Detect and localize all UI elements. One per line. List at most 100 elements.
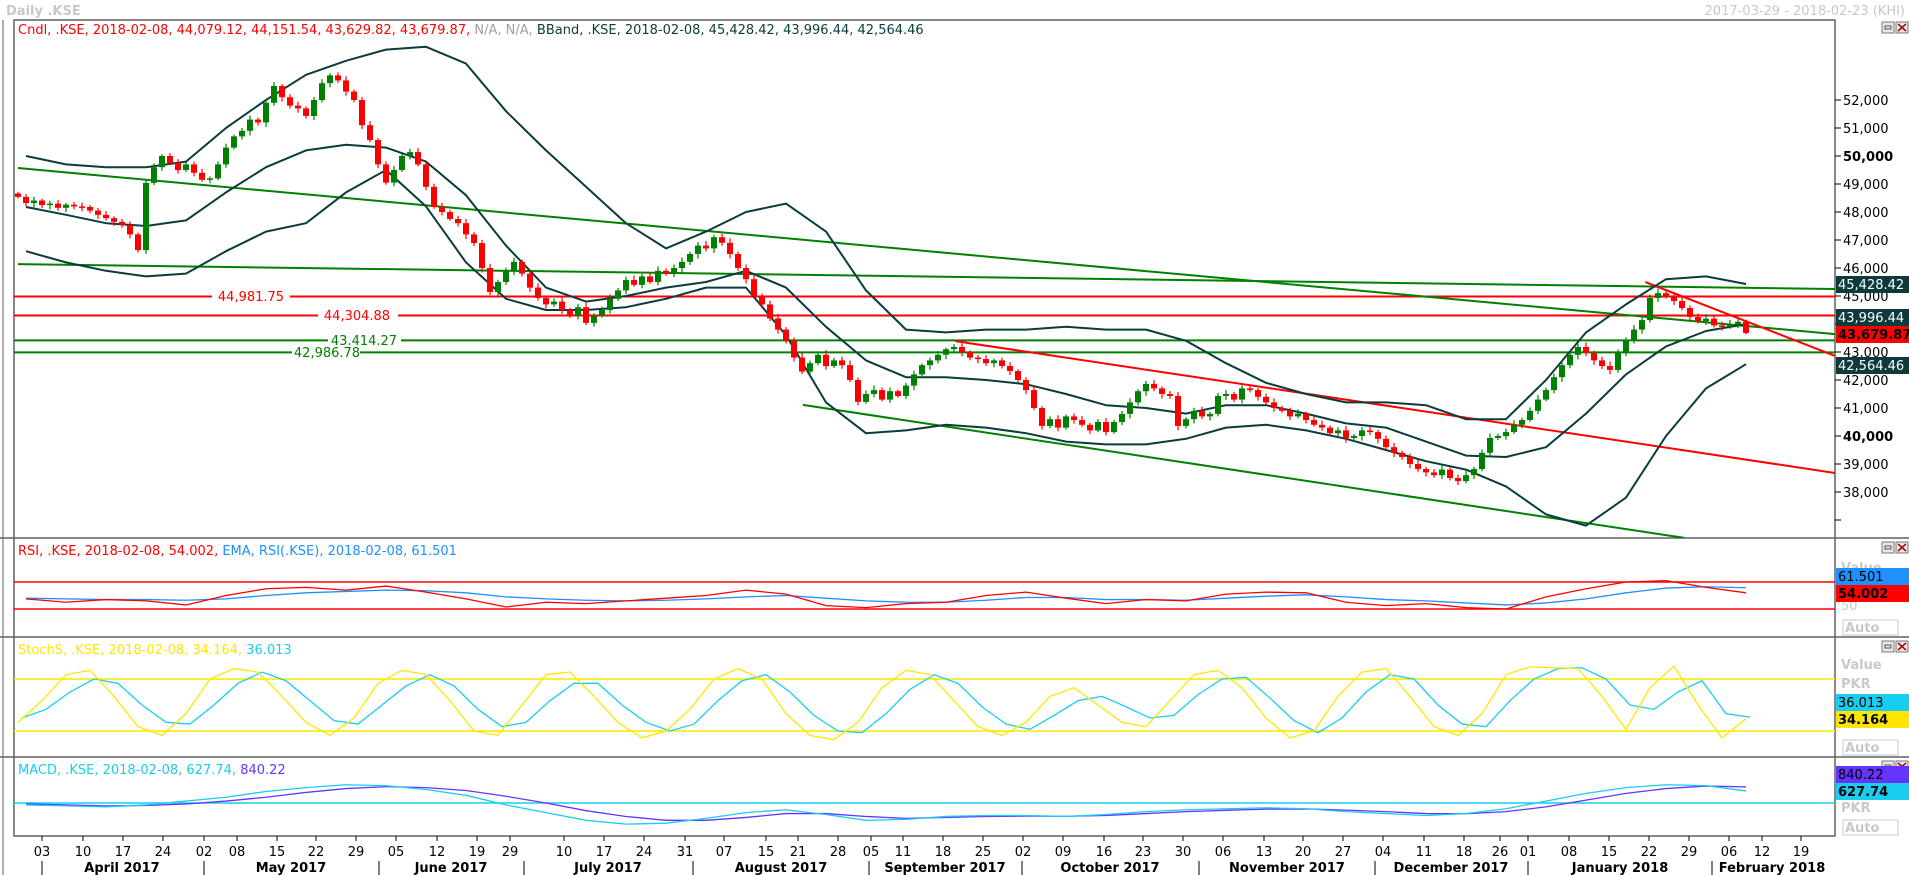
chart-canvas[interactable]: Daily .KSE 2017-03-29 - 2018-02-23 (KHI)…: [0, 0, 1909, 875]
time-tick-label: 23: [1135, 845, 1152, 860]
candle-body: [247, 119, 253, 131]
price-pane[interactable]: 52,000 51,000 50,000 49,000 48,000 47,000 46,0…: [14, 23, 1909, 538]
pane-restore-icon[interactable]: [1881, 541, 1895, 554]
candle-body: [1575, 346, 1581, 355]
candle-body: [1623, 340, 1629, 352]
rsi-auto-button[interactable]: Auto: [1845, 621, 1880, 636]
macd-pane[interactable]: MACD, .KSE, 2018-02-08, 627.74, 840.22 8…: [14, 763, 1909, 836]
month-label: November 2017: [1229, 861, 1345, 875]
candle-body: [1239, 388, 1245, 400]
time-tick-label: 29: [348, 845, 365, 860]
candle-body: [455, 219, 461, 224]
trendline[interactable]: [17, 167, 1835, 336]
level-labels: 44,981.75 44,304.88 43,414.27 42,986.78: [212, 288, 401, 361]
candle-body: [615, 290, 621, 299]
stoch-k-legend: StochS, .KSE, 2018-02-08, 34.164,: [18, 643, 246, 658]
candle-body: [415, 152, 421, 165]
candle-body: [1527, 410, 1533, 421]
candle-body: [335, 75, 341, 81]
candle-body: [1143, 383, 1149, 392]
na-legend: N/A, N/A,: [470, 23, 537, 38]
macd-signal-value: 840.22: [1838, 768, 1884, 783]
rsi-pane[interactable]: RSI, .KSE, 2018-02-08, 54.002, EMA, RSI(…: [14, 544, 1909, 636]
pane-restore-icon[interactable]: [1881, 21, 1895, 34]
candle-body: [263, 102, 269, 123]
candle-body: [1199, 410, 1205, 417]
candle-body: [1263, 396, 1269, 403]
candle-body: [183, 164, 189, 170]
bband-upper-line: [25, 45, 1747, 421]
candle-body: [1191, 410, 1197, 420]
candle-body: [359, 100, 365, 126]
candle-body: [327, 75, 333, 84]
candle-body: [1023, 380, 1029, 391]
candle-body: [39, 200, 45, 205]
time-axis: 03 10 17 24 02 08 15 22 29 05 12 19 29 10 17 24 31 07 15 21…: [34, 836, 1825, 875]
trendline[interactable]: [802, 403, 1685, 538]
time-tick-label: 04: [1375, 845, 1392, 860]
candle-legend: Cndl, .KSE, 2018-02-08, 44,079.12, 44,15…: [18, 23, 470, 38]
candle-body: [1511, 424, 1517, 433]
candle-body: [663, 270, 669, 274]
candle-body: [871, 390, 877, 394]
candle-body: [671, 268, 677, 274]
time-tick-label: 11: [895, 845, 912, 860]
stoch-auto-button[interactable]: Auto: [1845, 741, 1880, 756]
candle-body: [279, 86, 285, 98]
candle-body: [631, 280, 637, 285]
candle-body: [855, 380, 861, 402]
time-tick-label: 30: [1175, 845, 1192, 860]
macd-value: 627.74: [1838, 785, 1888, 800]
candle-body: [511, 261, 517, 271]
stoch-k-value: 34.164: [1838, 713, 1888, 728]
candle-body: [127, 225, 133, 235]
time-tick-label: 29: [1681, 845, 1698, 860]
rsi-value: 54.002: [1838, 587, 1888, 602]
candle-body: [303, 108, 309, 116]
candle-body: [535, 287, 541, 298]
candle-body: [847, 365, 853, 380]
candle-body: [1687, 308, 1693, 317]
price-axis: 52,000 51,000 50,000 49,000 48,000 47,000 46,0…: [1835, 94, 1893, 521]
candle-body: [159, 156, 165, 168]
pane-restore-icon[interactable]: [1881, 640, 1895, 653]
time-tick-label: 05: [388, 845, 405, 860]
month-label: January 2018: [1571, 861, 1668, 875]
time-tick-label: 11: [1416, 845, 1433, 860]
candle-body: [639, 276, 645, 285]
candle-body: [823, 354, 829, 366]
candle-body: [951, 346, 957, 350]
time-tick-label: 31: [677, 845, 694, 860]
stoch-pane[interactable]: StochS, .KSE, 2018-02-08, 34.164, 36.013…: [14, 643, 1909, 756]
trendline[interactable]: [17, 263, 1835, 290]
candle-body: [887, 391, 893, 400]
time-tick-label: 22: [1641, 845, 1658, 860]
macd-auto-button[interactable]: Auto: [1845, 821, 1880, 836]
candle-body: [1679, 301, 1685, 309]
candle-body: [1087, 424, 1093, 431]
candle-body: [1431, 472, 1437, 476]
time-tick-label: 15: [758, 845, 775, 860]
candle-body: [55, 203, 61, 208]
candle-body: [1007, 366, 1013, 372]
candle-body: [391, 170, 397, 183]
candle-body: [407, 152, 413, 156]
candle-body: [791, 341, 797, 358]
candle-body: [1607, 366, 1613, 370]
stoch-legend: StochS, .KSE, 2018-02-08, 34.164, 36.013: [18, 643, 292, 658]
time-tick-label: 02: [196, 845, 213, 860]
candle-body: [1551, 377, 1557, 391]
candle-body: [719, 237, 725, 243]
candle-body: [1255, 390, 1261, 397]
candle-body: [1231, 394, 1237, 400]
candle-body: [607, 298, 613, 310]
rsi-legend: RSI, .KSE, 2018-02-08, 54.002, EMA, RSI(…: [18, 544, 457, 559]
candle-body: [567, 310, 573, 316]
time-tick-label: 28: [830, 845, 847, 860]
candle-body: [271, 86, 277, 103]
candle-body: [311, 100, 317, 116]
level-label-r2: 44,304.88: [324, 309, 390, 324]
candle-body: [1359, 430, 1365, 436]
candle-body: [175, 163, 181, 170]
last-price-label: 43,679.87: [1838, 328, 1909, 343]
